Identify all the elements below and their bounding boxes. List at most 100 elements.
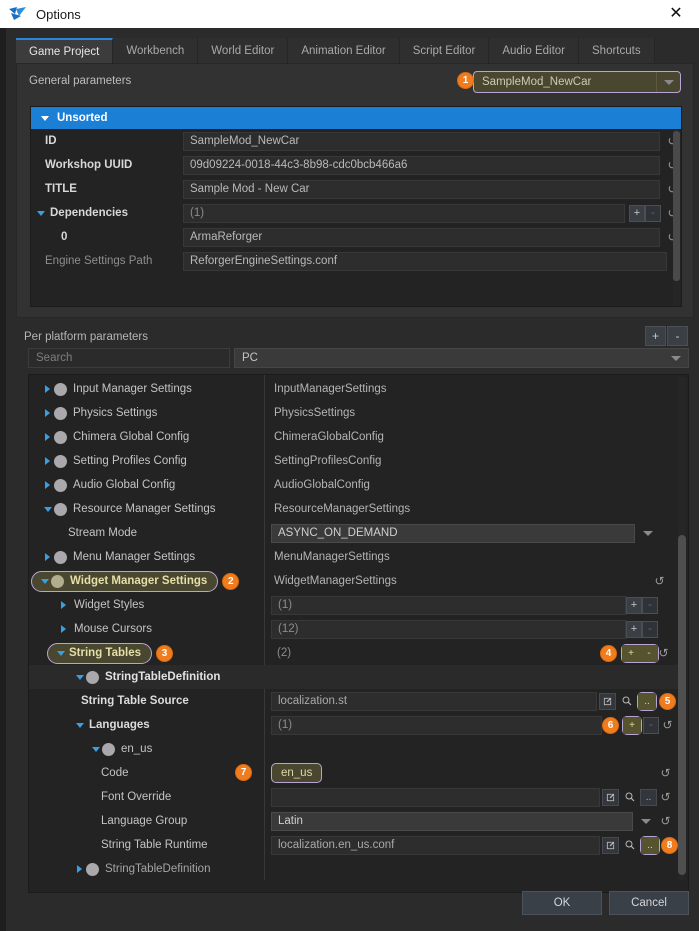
tree-row-language-group[interactable]: Language Group Latin ↺ <box>29 809 682 833</box>
tree-node-name[interactable]: Setting Profiles Config <box>29 449 264 473</box>
tree-row-string-table-definition-1[interactable]: StringTableDefinition <box>29 857 682 881</box>
search-icon[interactable] <box>618 693 635 710</box>
tree-node-name[interactable]: Mouse Cursors <box>29 617 264 641</box>
tree-row-widget-manager-settings[interactable]: Widget Manager Settings 2 WidgetManagerS… <box>29 569 682 593</box>
tab-script-editor[interactable]: Script Editor <box>399 38 490 63</box>
tree-node-name[interactable]: Menu Manager Settings <box>29 545 264 569</box>
chevron-down-icon[interactable] <box>635 813 657 830</box>
tree-row-input-manager-settings[interactable]: Input Manager Settings InputManagerSetti… <box>29 377 682 401</box>
add-dependency-button[interactable]: + <box>629 204 645 222</box>
tree-row-menu-manager-settings[interactable]: Menu Manager Settings MenuManagerSetting… <box>29 545 682 569</box>
platform-dropdown[interactable]: PC <box>234 348 689 368</box>
browse-string-table-source-button[interactable]: .. <box>638 692 656 710</box>
unsorted-scrollbar-thumb[interactable] <box>673 131 680 281</box>
chevron-down-icon[interactable] <box>41 506 54 512</box>
add-mouse-cursor-button[interactable]: + <box>626 620 642 638</box>
remove-mouse-cursor-button[interactable]: - <box>642 620 658 638</box>
tab-game-project[interactable]: Game Project <box>16 38 114 63</box>
tree-row-string-tables[interactable]: String Tables 3 (2) 4 + - ↺ <box>29 641 682 665</box>
chevron-right-icon[interactable] <box>57 601 70 609</box>
ok-button[interactable]: OK <box>522 891 602 915</box>
open-external-icon[interactable] <box>602 836 619 854</box>
chevron-right-icon[interactable] <box>73 865 86 873</box>
tree-node-name[interactable]: Audio Global Config <box>29 473 264 497</box>
chevron-right-icon[interactable] <box>41 433 54 441</box>
remove-dependency-button[interactable]: - <box>645 204 661 222</box>
code-field[interactable]: en_us <box>271 763 323 783</box>
tree-row-string-table-definition-0[interactable]: StringTableDefinition <box>29 665 682 689</box>
chevron-right-icon[interactable] <box>41 481 54 489</box>
engine-settings-path-field[interactable]: ReforgerEngineSettings.conf <box>183 251 667 271</box>
chevron-down-icon[interactable] <box>89 746 102 752</box>
widget-manager-settings-highlight[interactable]: Widget Manager Settings <box>31 570 219 592</box>
add-language-button[interactable]: + <box>623 716 641 734</box>
tree-node-name[interactable]: String Tables 3 <box>29 641 264 665</box>
id-field[interactable]: SampleMod_NewCar <box>183 131 660 151</box>
add-platform-button[interactable]: + <box>645 326 666 346</box>
tree-row-mouse-cursors[interactable]: Mouse Cursors (12) + - <box>29 617 682 641</box>
tree-row-languages[interactable]: Languages (1) 6 + - ↺ <box>29 713 682 737</box>
tree-node-name[interactable]: Widget Manager Settings 2 <box>29 569 264 593</box>
tab-world-editor[interactable]: World Editor <box>198 38 289 63</box>
open-external-icon[interactable] <box>599 692 616 710</box>
chevron-right-icon[interactable] <box>41 457 54 465</box>
remove-platform-button[interactable]: - <box>667 326 688 346</box>
cancel-button[interactable]: Cancel <box>609 891 689 915</box>
chevron-right-icon[interactable] <box>41 553 54 561</box>
tree-row-string-table-runtime[interactable]: String Table Runtime localization.en_us.… <box>29 833 682 857</box>
tree-node-name[interactable]: Widget Styles <box>29 593 264 617</box>
tree-node-name[interactable]: StringTableDefinition <box>29 857 264 881</box>
open-external-icon[interactable] <box>602 788 619 806</box>
tab-workbench[interactable]: Workbench <box>113 38 199 63</box>
string-tables-highlight[interactable]: String Tables <box>47 642 152 664</box>
string-table-source-field[interactable]: localization.st <box>271 691 597 711</box>
chevron-right-icon[interactable] <box>57 625 70 633</box>
tree-row-stream-mode[interactable]: Stream Mode ASYNC_ON_DEMAND <box>29 521 682 545</box>
title-field[interactable]: Sample Mod - New Car <box>183 179 660 199</box>
revert-icon[interactable]: ↺ <box>657 814 674 828</box>
tree-node-name[interactable]: Chimera Global Config <box>29 425 264 449</box>
tree-row-physics-settings[interactable]: Physics Settings PhysicsSettings <box>29 401 682 425</box>
font-override-field[interactable] <box>271 787 600 807</box>
search-input[interactable]: Search <box>28 348 230 368</box>
mod-selector-dropdown[interactable]: SampleMod_NewCar <box>473 71 681 93</box>
string-table-runtime-field[interactable]: localization.en_us.conf <box>271 835 600 855</box>
tree-row-en-us-node[interactable]: en_us <box>29 737 682 761</box>
tree-row-font-override[interactable]: Font Override .. ↺ <box>29 785 682 809</box>
tree-row-string-table-source[interactable]: String Table Source localization.st .. 5 <box>29 689 682 713</box>
chevron-right-icon[interactable] <box>41 409 54 417</box>
tree-row-resource-manager-settings[interactable]: Resource Manager Settings ResourceManage… <box>29 497 682 521</box>
add-string-table-button[interactable]: + <box>622 644 640 662</box>
add-widget-style-button[interactable]: + <box>626 596 642 614</box>
tab-animation-editor[interactable]: Animation Editor <box>288 38 400 63</box>
search-icon[interactable] <box>621 837 638 854</box>
chevron-down-icon[interactable] <box>73 674 86 680</box>
tree-scrollbar-thumb[interactable] <box>678 535 686 875</box>
tree-row-widget-styles[interactable]: Widget Styles (1) + - <box>29 593 682 617</box>
tab-audio-editor[interactable]: Audio Editor <box>489 38 580 63</box>
chevron-right-icon[interactable] <box>41 385 54 393</box>
tree-node-name[interactable]: Languages <box>29 713 264 737</box>
chevron-down-icon[interactable] <box>54 650 67 656</box>
stream-mode-dropdown[interactable]: ASYNC_ON_DEMAND <box>271 523 635 543</box>
browse-font-override-button[interactable]: .. <box>640 788 657 806</box>
tree-node-name[interactable]: Input Manager Settings <box>29 377 264 401</box>
tree-node-name[interactable]: en_us <box>29 737 264 761</box>
tree-node-name[interactable]: Resource Manager Settings <box>29 497 264 521</box>
language-group-dropdown[interactable]: Latin <box>271 811 633 831</box>
chevron-down-icon[interactable] <box>637 525 659 542</box>
tree-node-name[interactable]: StringTableDefinition <box>29 665 264 689</box>
revert-icon[interactable]: ↺ <box>651 574 668 588</box>
revert-icon[interactable]: ↺ <box>657 766 674 780</box>
dependency-0-field[interactable]: ArmaReforger <box>183 227 660 247</box>
close-icon[interactable]: ✕ <box>661 1 691 27</box>
chevron-down-icon[interactable] <box>73 722 86 728</box>
browse-string-table-runtime-button[interactable]: .. <box>641 836 659 854</box>
workshop-uuid-field[interactable]: 09d09224-0018-44c3-8b98-cdc0bcb466a6 <box>183 155 660 175</box>
tree-row-setting-profiles-config[interactable]: Setting Profiles Config SettingProfilesC… <box>29 449 682 473</box>
tree-row-chimera-global-config[interactable]: Chimera Global Config ChimeraGlobalConfi… <box>29 425 682 449</box>
remove-widget-style-button[interactable]: - <box>642 596 658 614</box>
tree-row-audio-global-config[interactable]: Audio Global Config AudioGlobalConfig <box>29 473 682 497</box>
remove-language-button[interactable]: - <box>643 716 659 734</box>
unsorted-group-header[interactable]: Unsorted <box>31 107 681 129</box>
